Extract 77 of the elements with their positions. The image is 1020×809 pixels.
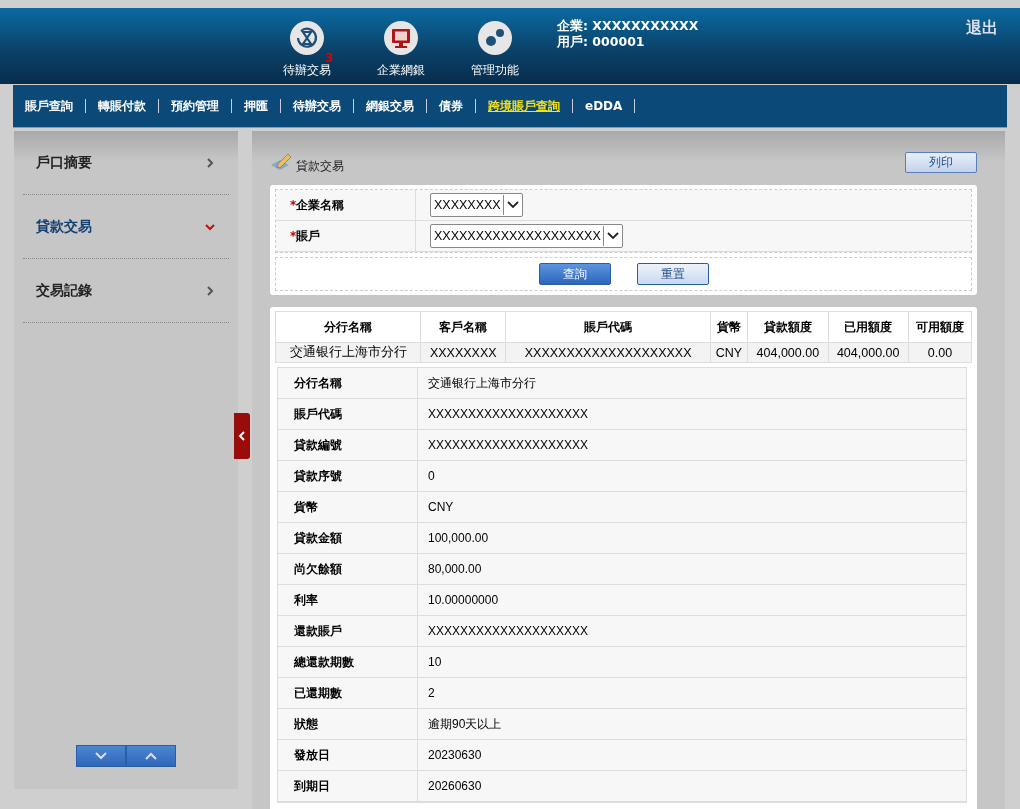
print-button[interactable]: 列印 (905, 151, 977, 173)
detail-value: XXXXXXXXXXXXXXXXXXXX (427, 437, 590, 454)
table-cell: 交通银行上海市分行 (275, 342, 421, 363)
detail-label: 分行名稱 (278, 368, 418, 398)
detail-label: 尚欠餘額 (278, 554, 418, 584)
nav-tab[interactable]: 網銀交易 (366, 97, 414, 115)
detail-value: CNY (427, 499, 455, 516)
chevron-down-icon (506, 201, 519, 209)
shortcut-label[interactable]: 管理功能 (471, 62, 519, 79)
nav-tab[interactable]: eDDA (585, 99, 623, 113)
nav-tab[interactable]: 待辦交易 (293, 97, 341, 115)
detail-value: 20230630 (427, 747, 483, 764)
nav-tab[interactable]: 債券 (439, 97, 463, 115)
detail-label: 貨幣 (278, 492, 418, 522)
dropdown-field[interactable]: XXXXXXXX (430, 193, 523, 217)
nav-tab[interactable]: 押匯 (244, 97, 268, 115)
detail-label: 狀態 (278, 709, 418, 739)
detail-value: 10 (427, 654, 443, 671)
detail-value: 100,000.00 (427, 530, 490, 547)
detail-value: 0 (427, 468, 436, 485)
detail-label: 還款賬戶 (278, 616, 418, 646)
company-name: 企業: XXXXXXXXXXX (557, 18, 699, 34)
column-header: 可用額度 (908, 311, 972, 343)
detail-value: XXXXXXXXXXXXXXXXXXXX (427, 623, 590, 640)
scroll-up-button[interactable] (126, 745, 176, 767)
scroll-down-button[interactable] (76, 745, 126, 767)
nav-tab[interactable]: 賬戶查詢 (25, 97, 73, 115)
chevron-down-icon (606, 232, 619, 240)
column-header: 已用額度 (828, 311, 909, 343)
column-header: 貸款額度 (747, 311, 828, 343)
detail-label: 發放日 (278, 740, 418, 770)
column-header: 分行名稱 (275, 311, 421, 343)
dropdown-field[interactable]: XXXXXXXXXXXXXXXXXXXX (430, 224, 623, 248)
detail-value: XXXXXXXXXXXXXXXXXXXX (427, 406, 590, 423)
detail-label: 總還款期數 (278, 647, 418, 677)
field-label: *賬戶 (276, 221, 416, 251)
chevron-icon (205, 221, 215, 232)
detail-value: 逾期90天以上 (427, 715, 503, 733)
monitor-icon[interactable] (383, 20, 419, 56)
detail-label: 貸款編號 (278, 430, 418, 460)
shortcut-label[interactable]: 待辦交易 (283, 62, 331, 79)
detail-label: 利率 (278, 585, 418, 615)
page-title: 貸款交易 (296, 157, 344, 175)
chevron-down-icon (95, 752, 107, 760)
detail-label: 貸款金額 (278, 523, 418, 553)
logout-link[interactable]: 退出 (966, 18, 998, 39)
nav-tab[interactable]: 跨境賬戶查詢 (488, 97, 560, 115)
chevron-up-icon (145, 752, 157, 760)
detail-value: 80,000.00 (427, 561, 483, 578)
column-header: 客戶名稱 (420, 311, 506, 343)
chevron-left-icon (238, 431, 246, 441)
pencil-icon (270, 152, 292, 172)
field-label: *企業名稱 (276, 190, 416, 220)
detail-value: 交通银行上海市分行 (427, 374, 537, 392)
detail-label: 賬戶代碼 (278, 399, 418, 429)
detail-value: 20260630 (427, 778, 483, 795)
reset-button[interactable]: 重置 (636, 263, 709, 285)
detail-label: 已還期數 (278, 678, 418, 708)
sidebar-item[interactable]: 貸款交易 (23, 195, 229, 259)
detail-value: 10.00000000 (427, 592, 500, 609)
collapse-tab[interactable] (234, 413, 250, 459)
user-id: 用戶: 000001 (557, 34, 646, 50)
nav-tab[interactable]: 預約管理 (171, 97, 219, 115)
column-header: 貨幣 (710, 311, 748, 343)
column-header: 賬戶代碼 (505, 311, 711, 343)
shortcut-label[interactable]: 企業網銀 (377, 62, 425, 79)
query-button[interactable]: 查詢 (538, 263, 611, 285)
sidebar-item[interactable]: 戶口摘要 (23, 131, 229, 195)
detail-label: 貸款序號 (278, 461, 418, 491)
sidebar-item[interactable]: 交易記錄 (23, 259, 229, 323)
detail-label: 到期日 (278, 771, 418, 801)
count-label: 3 (325, 51, 334, 65)
hourglass-icon[interactable] (289, 20, 325, 56)
nav-tab[interactable]: 轉賬付款 (98, 97, 146, 115)
chevron-icon (205, 157, 215, 168)
detail-value: 2 (427, 685, 436, 702)
chevron-icon (205, 285, 215, 296)
